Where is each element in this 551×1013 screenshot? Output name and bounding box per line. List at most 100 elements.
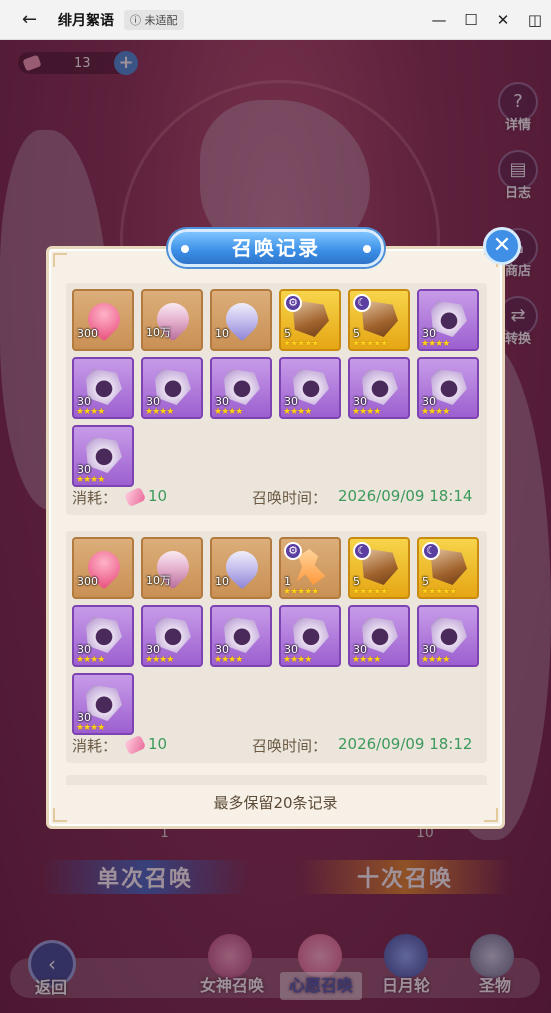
star-rating: ★★★★★: [283, 587, 319, 597]
reward-item[interactable]: 10万: [141, 289, 203, 351]
back-arrow-icon[interactable]: ←: [22, 9, 44, 30]
gem-icon: [123, 486, 147, 508]
shard-purple-icon: [86, 369, 122, 405]
shard-purple-icon: [431, 369, 467, 405]
shard-purple-icon: [86, 617, 122, 653]
element-badge-icon: ⚙: [284, 294, 302, 312]
time-label: 召唤时间：: [252, 489, 328, 507]
reward-item[interactable]: 30 ★★★★: [72, 425, 134, 487]
star-rating: ★★★★: [145, 655, 174, 665]
shard-purple-icon: [431, 301, 467, 337]
star-rating: ★★★★: [76, 723, 105, 733]
record-footer: 消耗： 10 召唤时间： 2026/09/09 18:12: [72, 734, 482, 757]
window-title: 绯月絮语: [58, 12, 114, 29]
shard-purple-icon: [224, 617, 260, 653]
star-rating: ★★★★: [421, 339, 450, 349]
star-rating: ★★★★: [214, 407, 243, 417]
reward-item[interactable]: ⚙ 5 ★★★★★: [279, 289, 341, 351]
reward-item[interactable]: 10: [210, 537, 272, 599]
reward-item[interactable]: 30 ★★★★: [72, 605, 134, 667]
minimize-icon[interactable]: —: [423, 11, 455, 29]
reward-item[interactable]: 30 ★★★★: [417, 605, 479, 667]
shard-purple-icon: [431, 617, 467, 653]
reward-item[interactable]: 30 ★★★★: [141, 605, 203, 667]
reward-item[interactable]: 30 ★★★★: [210, 605, 272, 667]
time-value: 2026/09/09 18:12: [338, 735, 473, 753]
reward-item[interactable]: 30 ★★★★: [417, 357, 479, 419]
element-badge-icon: ☾: [353, 294, 371, 312]
cost-label: 消耗：: [72, 489, 118, 507]
dialog-title-banner: 召唤记录: [168, 229, 384, 267]
reward-item[interactable]: 300: [72, 537, 134, 599]
reward-item[interactable]: 30 ★★★★: [348, 357, 410, 419]
record-limit-note: 最多保留20条记录: [213, 794, 338, 812]
compat-badge: ⓘ 未适配: [124, 9, 184, 30]
gem-icon: [123, 734, 147, 756]
reward-item[interactable]: ☾ 5 ★★★★★: [417, 537, 479, 599]
shard-purple-icon: [155, 617, 191, 653]
shard-purple-icon: [86, 685, 122, 721]
reward-item[interactable]: 10万: [141, 537, 203, 599]
star-rating: ★★★★: [421, 655, 450, 665]
shard-purple-icon: [293, 617, 329, 653]
element-badge-icon: ☾: [422, 542, 440, 560]
maximize-icon[interactable]: ☐: [455, 11, 487, 29]
star-rating: ★★★★★: [352, 587, 388, 597]
star-rating: ★★★★: [352, 655, 381, 665]
star-rating: ★★★★★: [352, 339, 388, 349]
star-rating: ★★★★★: [283, 339, 319, 349]
cost-value: 10: [148, 735, 168, 753]
element-badge-icon: ☾: [353, 542, 371, 560]
star-rating: ★★★★: [76, 407, 105, 417]
record-footer: 消耗： 10 召唤时间： 2026/09/09 18:14: [72, 486, 482, 509]
item-quantity: 300: [77, 327, 98, 340]
dialog-title: 召唤记录: [232, 236, 320, 260]
star-rating: ★★★★: [421, 407, 450, 417]
star-rating: ★★★★: [352, 407, 381, 417]
star-rating: ★★★★: [76, 475, 105, 485]
reward-item[interactable]: 10: [210, 289, 272, 351]
cost-label: 消耗：: [72, 737, 118, 755]
star-rating: ★★★★: [283, 655, 312, 665]
item-quantity: 10: [215, 575, 229, 588]
reward-item[interactable]: 30 ★★★★: [279, 605, 341, 667]
reward-item[interactable]: ⚙ 1 ★★★★★: [279, 537, 341, 599]
banner-dot: [181, 245, 189, 253]
item-quantity: 10: [215, 327, 229, 340]
reward-item[interactable]: 30 ★★★★: [210, 357, 272, 419]
star-rating: ★★★★: [214, 655, 243, 665]
shard-purple-icon: [362, 617, 398, 653]
shard-purple-icon: [155, 369, 191, 405]
reward-item[interactable]: 30 ★★★★: [417, 289, 479, 351]
reward-item[interactable]: ☾ 5 ★★★★★: [348, 537, 410, 599]
star-rating: ★★★★: [145, 407, 174, 417]
item-quantity: 10万: [146, 326, 171, 339]
records-list[interactable]: 300 10万 10 ⚙ 5 ★★★★★ ☾ 5 ★★★★★ 30 ★★★★ 30 ★★★★ 30 ★★★★…: [62, 275, 491, 785]
banner-dot: [363, 245, 371, 253]
corner-ornament: [53, 253, 67, 267]
reward-item[interactable]: 30 ★★★★: [141, 357, 203, 419]
summon-record: 300 10万 10 ⚙ 1 ★★★★★ ☾ 5 ★★★★★ ☾ 5 ★★★★★ 30 ★★★★ 30 ★★★…: [66, 531, 487, 763]
reward-item[interactable]: 300: [72, 289, 134, 351]
element-badge-icon: ⚙: [284, 542, 302, 560]
reward-item[interactable]: 30 ★★★★: [279, 357, 341, 419]
reward-item[interactable]: 30 ★★★★: [72, 357, 134, 419]
time-value: 2026/09/09 18:14: [338, 487, 473, 505]
close-window-icon[interactable]: ✕: [487, 11, 519, 29]
sidebar-toggle-icon[interactable]: ◫: [519, 11, 551, 29]
window-controls: — ☐ ✕ ◫: [423, 11, 551, 29]
shard-purple-icon: [293, 369, 329, 405]
summon-record: 300 10万 10 ⚙ 5 ★★★★★ ☾ 5 ★★★★★ 30 ★★★★ 30 ★★★★ 30 ★★★★…: [66, 283, 487, 515]
reward-item[interactable]: 30 ★★★★: [348, 605, 410, 667]
reward-item[interactable]: ☾ 5 ★★★★★: [348, 289, 410, 351]
shard-purple-icon: [86, 437, 122, 473]
star-rating: ★★★★: [76, 655, 105, 665]
star-rating: ★★★★★: [421, 587, 457, 597]
cost-value: 10: [148, 487, 168, 505]
item-quantity: 10万: [146, 574, 171, 587]
item-quantity: 300: [77, 575, 98, 588]
shard-purple-icon: [362, 369, 398, 405]
reward-item[interactable]: 30 ★★★★: [72, 673, 134, 735]
close-dialog-button[interactable]: ✕: [483, 227, 521, 265]
window-titlebar: ← 绯月絮语 ⓘ 未适配 — ☐ ✕ ◫: [0, 0, 551, 40]
